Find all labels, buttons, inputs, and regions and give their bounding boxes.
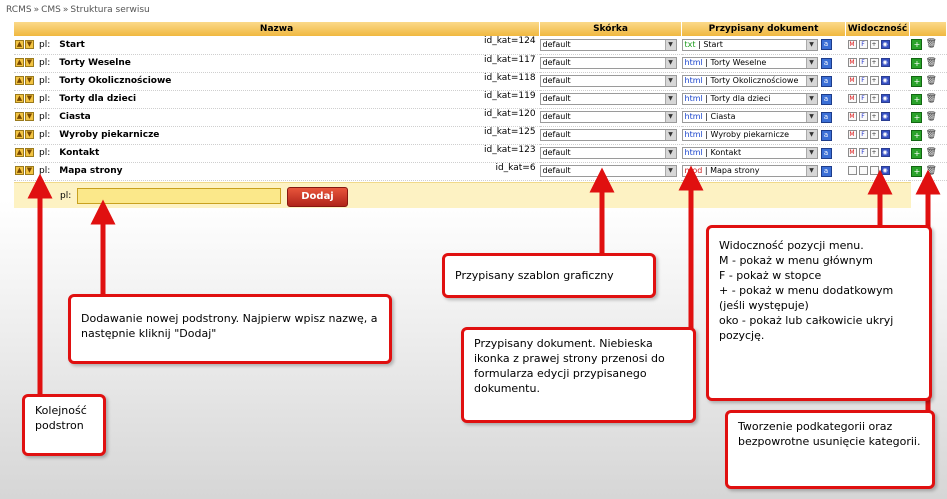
callout-subcategory: Tworzenie podkategorii oraz bezpowrotne … (725, 410, 935, 489)
callout-assigned-doc: Przypisany dokument. Niebieska ikonka z … (461, 327, 696, 423)
callout-visibility: Widoczność pozycji menu. M - pokaż w men… (706, 225, 932, 401)
callout-order: Kolejność podstron (22, 394, 106, 456)
callout-add-page: Dodawanie nowej podstrony. Najpierw wpis… (68, 294, 392, 364)
callout-skin: Przypisany szablon graficzny (442, 253, 656, 298)
